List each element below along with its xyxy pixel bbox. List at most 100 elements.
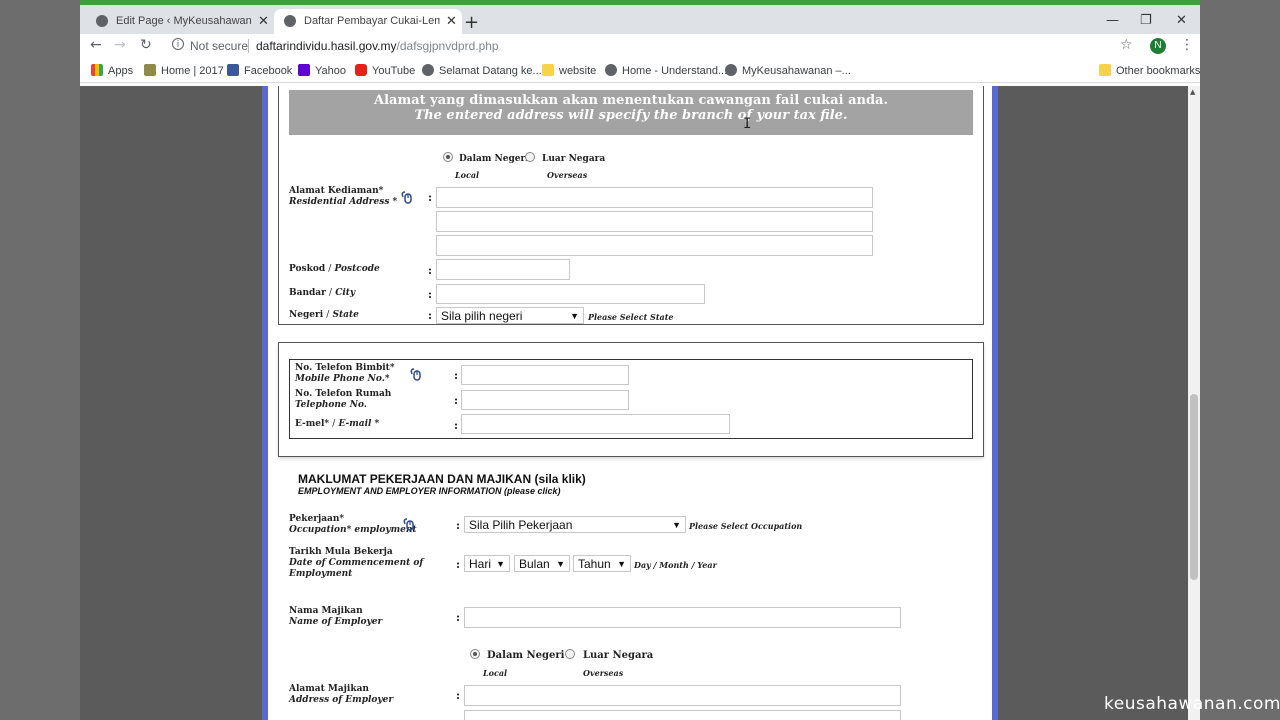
occupation-select[interactable]: Sila Pilih Pekerjaan ▼ bbox=[464, 516, 686, 533]
globe-icon bbox=[422, 64, 434, 76]
bookmark-youtube[interactable]: YouTube bbox=[355, 64, 415, 77]
employment-heading-english[interactable]: EMPLOYMENT AND EMPLOYER INFORMATION (ple… bbox=[298, 486, 561, 496]
employer-address-line1-input[interactable] bbox=[464, 685, 901, 706]
radio-overseas[interactable] bbox=[525, 152, 535, 162]
forward-icon[interactable]: → bbox=[114, 37, 126, 53]
text-cursor-icon: I bbox=[743, 116, 752, 132]
bookmarks-bar: Apps Home | 2017 Facebook Yahoo YouTube … bbox=[80, 60, 1200, 83]
radio-employer-local-label: Dalam Negeri bbox=[487, 650, 565, 661]
menu-icon[interactable]: ⋮ bbox=[1180, 37, 1194, 53]
dropdown-arrow-icon: ▼ bbox=[496, 559, 505, 569]
url-path: /dafsgjpnvdprd.php bbox=[396, 39, 499, 53]
new-tab-icon[interactable]: + bbox=[464, 12, 479, 33]
day-select[interactable]: Hari ▼ bbox=[464, 555, 510, 572]
radio-overseas-label: Luar Negara bbox=[542, 154, 606, 164]
month-select[interactable]: Bulan ▼ bbox=[514, 555, 570, 572]
tab-edit-page[interactable]: Edit Page ‹ MyKeusahawanan — ✕ bbox=[86, 9, 274, 34]
minimize-icon[interactable]: — bbox=[1106, 13, 1119, 28]
email-input[interactable] bbox=[461, 414, 730, 434]
reload-icon[interactable]: ↻ bbox=[140, 37, 152, 53]
colon: : bbox=[428, 288, 433, 301]
site-icon bbox=[144, 64, 156, 76]
bookmark-home-understand[interactable]: Home - Understand... bbox=[605, 64, 727, 77]
occupation-label: Pekerjaan* Occupation* employment bbox=[289, 514, 417, 535]
bookmark-other[interactable]: Other bookmarks bbox=[1099, 64, 1200, 77]
folder-icon bbox=[542, 64, 554, 76]
url-host: daftarindividu.hasil.gov.my bbox=[256, 39, 397, 53]
tab-daftar-pembayar[interactable]: Daftar Pembayar Cukai-Lembaga ✕ bbox=[274, 9, 462, 34]
colon: : bbox=[456, 558, 461, 571]
dropdown-arrow-icon: ▼ bbox=[672, 520, 681, 530]
scrollbar-thumb[interactable] bbox=[1190, 394, 1198, 580]
telephone-input[interactable] bbox=[461, 390, 629, 410]
yahoo-icon bbox=[298, 64, 310, 76]
scroll-up-icon[interactable]: ▲ bbox=[1190, 88, 1195, 96]
bookmark-apps[interactable]: Apps bbox=[91, 64, 133, 77]
bookmark-mykeusahawanan[interactable]: MyKeusahawanan –... bbox=[725, 64, 851, 77]
address-banner: Alamat yang dimasukkan akan menentukan c… bbox=[289, 90, 973, 135]
mouse-pointer-icon bbox=[410, 368, 421, 381]
commencement-date-label: Tarikh Mula Bekerja Date of Commencement … bbox=[289, 547, 424, 579]
tab-title: Daftar Pembayar Cukai-Lembaga bbox=[304, 15, 440, 27]
globe-icon bbox=[96, 15, 108, 27]
city-input[interactable] bbox=[436, 284, 705, 304]
page-scrollbar[interactable]: ▲ bbox=[1188, 86, 1200, 720]
mouse-pointer-icon bbox=[401, 191, 412, 204]
mouse-pointer-icon bbox=[403, 518, 414, 531]
colon: : bbox=[456, 611, 461, 624]
radio-employer-overseas[interactable] bbox=[565, 649, 575, 659]
city-label: Bandar / City bbox=[289, 288, 356, 298]
residential-address-line1-input[interactable] bbox=[436, 187, 873, 208]
state-hint: Please Select State bbox=[588, 312, 674, 322]
profile-avatar[interactable]: N bbox=[1150, 38, 1166, 54]
bookmark-yahoo[interactable]: Yahoo bbox=[298, 64, 346, 77]
date-hint: Day / Month / Year bbox=[634, 560, 717, 570]
back-icon[interactable]: ← bbox=[90, 37, 102, 53]
dropdown-arrow-icon: ▼ bbox=[617, 559, 626, 569]
colon: : bbox=[456, 689, 461, 702]
state-label: Negeri / State bbox=[289, 310, 359, 320]
radio-local-label: Dalam Negeri bbox=[459, 154, 529, 164]
watermark: keusahawanan.com bbox=[1104, 694, 1280, 714]
email-label: E-mel* / E-mail * bbox=[295, 419, 380, 429]
residential-address-line3-input[interactable] bbox=[436, 235, 873, 256]
colon: : bbox=[454, 419, 459, 432]
bookmark-selamat-datang[interactable]: Selamat Datang ke... bbox=[422, 64, 542, 77]
radio-local[interactable] bbox=[443, 152, 453, 162]
colon: : bbox=[428, 309, 433, 322]
web-page: Alamat yang dimasukkan akan menentukan c… bbox=[80, 86, 1188, 720]
employer-address-line2-input[interactable] bbox=[464, 710, 901, 720]
address-bar[interactable]: daftarindividu.hasil.gov.my/dafsgjpnvdpr… bbox=[256, 39, 499, 53]
bookmark-website[interactable]: website bbox=[542, 64, 596, 77]
bookmark-home-2017[interactable]: Home | 2017 bbox=[144, 64, 224, 77]
banner-text-english: The entered address will specify the bra… bbox=[414, 108, 848, 123]
banner-text-malay: Alamat yang dimasukkan akan menentukan c… bbox=[374, 93, 888, 108]
employer-name-input[interactable] bbox=[464, 607, 901, 628]
radio-employer-overseas-label: Luar Negara bbox=[583, 650, 654, 661]
mobile-phone-label: No. Telefon Bimbit* Mobile Phone No.* bbox=[295, 363, 395, 384]
employment-heading[interactable]: MAKLUMAT PEKERJAAN DAN MAJIKAN (sila kli… bbox=[298, 472, 586, 486]
telephone-label: No. Telefon Rumah Telephone No. bbox=[295, 389, 392, 410]
youtube-icon bbox=[355, 64, 367, 76]
close-tab-icon[interactable]: ✕ bbox=[446, 13, 457, 29]
occupation-hint: Please Select Occupation bbox=[689, 521, 803, 531]
year-select[interactable]: Tahun ▼ bbox=[573, 555, 631, 572]
state-select[interactable]: Sila pilih negeri ▼ bbox=[436, 307, 584, 324]
mobile-phone-input[interactable] bbox=[461, 365, 629, 385]
postcode-input[interactable] bbox=[436, 259, 570, 280]
info-icon[interactable]: i bbox=[172, 38, 184, 50]
restore-icon[interactable]: ❐ bbox=[1140, 13, 1152, 28]
close-tab-icon[interactable]: ✕ bbox=[258, 13, 269, 29]
colon: : bbox=[454, 369, 459, 382]
bookmark-facebook[interactable]: Facebook bbox=[227, 64, 292, 77]
employer-name-label: Nama Majikan Name of Employer bbox=[289, 606, 383, 627]
tab-strip: Edit Page ‹ MyKeusahawanan — ✕ Daftar Pe… bbox=[80, 5, 1200, 34]
close-window-icon[interactable]: ✕ bbox=[1176, 13, 1187, 28]
radio-employer-local[interactable] bbox=[470, 649, 480, 659]
bookmark-star-icon[interactable]: ☆ bbox=[1120, 37, 1133, 53]
residential-address-line2-input[interactable] bbox=[436, 211, 873, 232]
dropdown-arrow-icon: ▼ bbox=[556, 559, 565, 569]
globe-icon bbox=[725, 64, 737, 76]
radio-overseas-sub: Overseas bbox=[547, 170, 588, 180]
apps-icon bbox=[91, 64, 103, 76]
